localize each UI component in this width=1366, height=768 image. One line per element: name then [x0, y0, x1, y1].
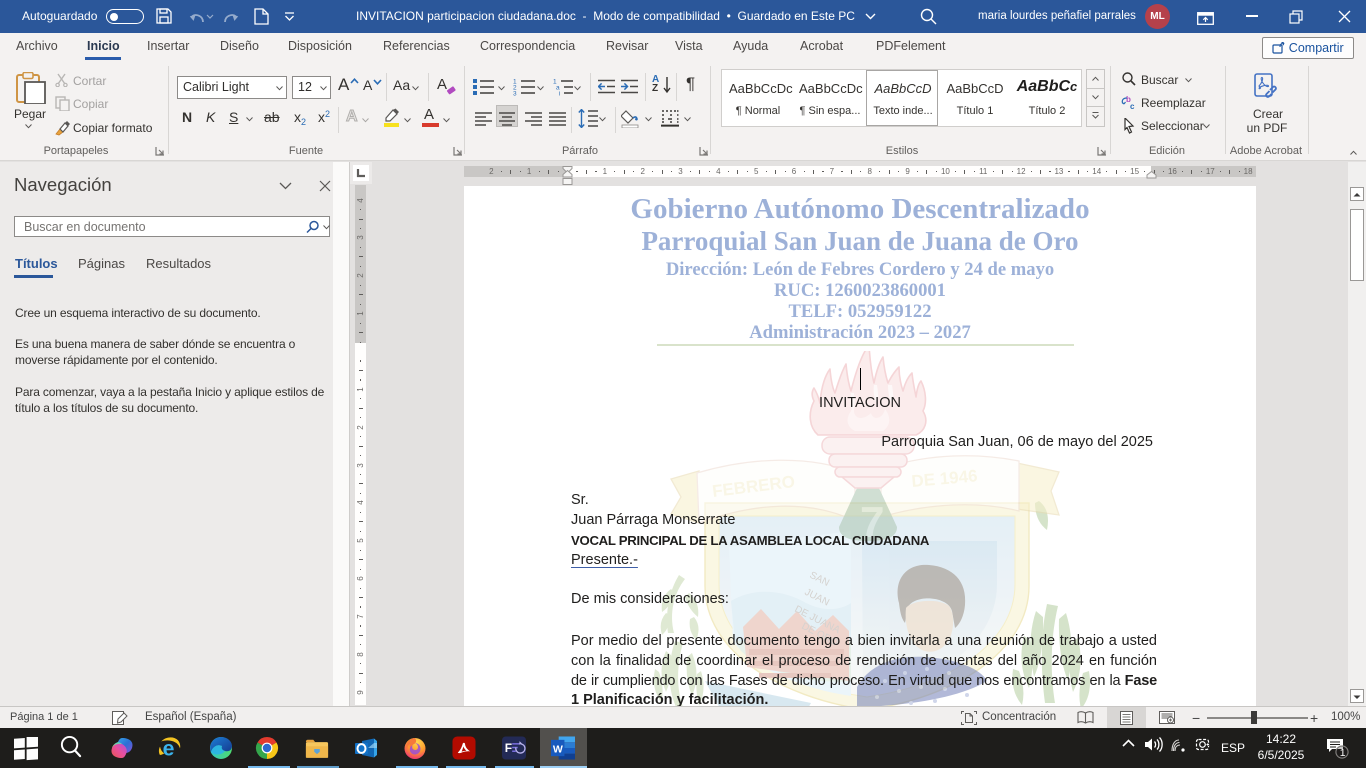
svg-text:1: 1 [1340, 747, 1346, 759]
svg-text:W: W [553, 743, 563, 755]
svg-text:i: i [559, 91, 560, 97]
svg-text:3: 3 [513, 91, 517, 97]
svg-text:F: F [505, 741, 512, 755]
svg-text:c: c [1130, 102, 1135, 110]
